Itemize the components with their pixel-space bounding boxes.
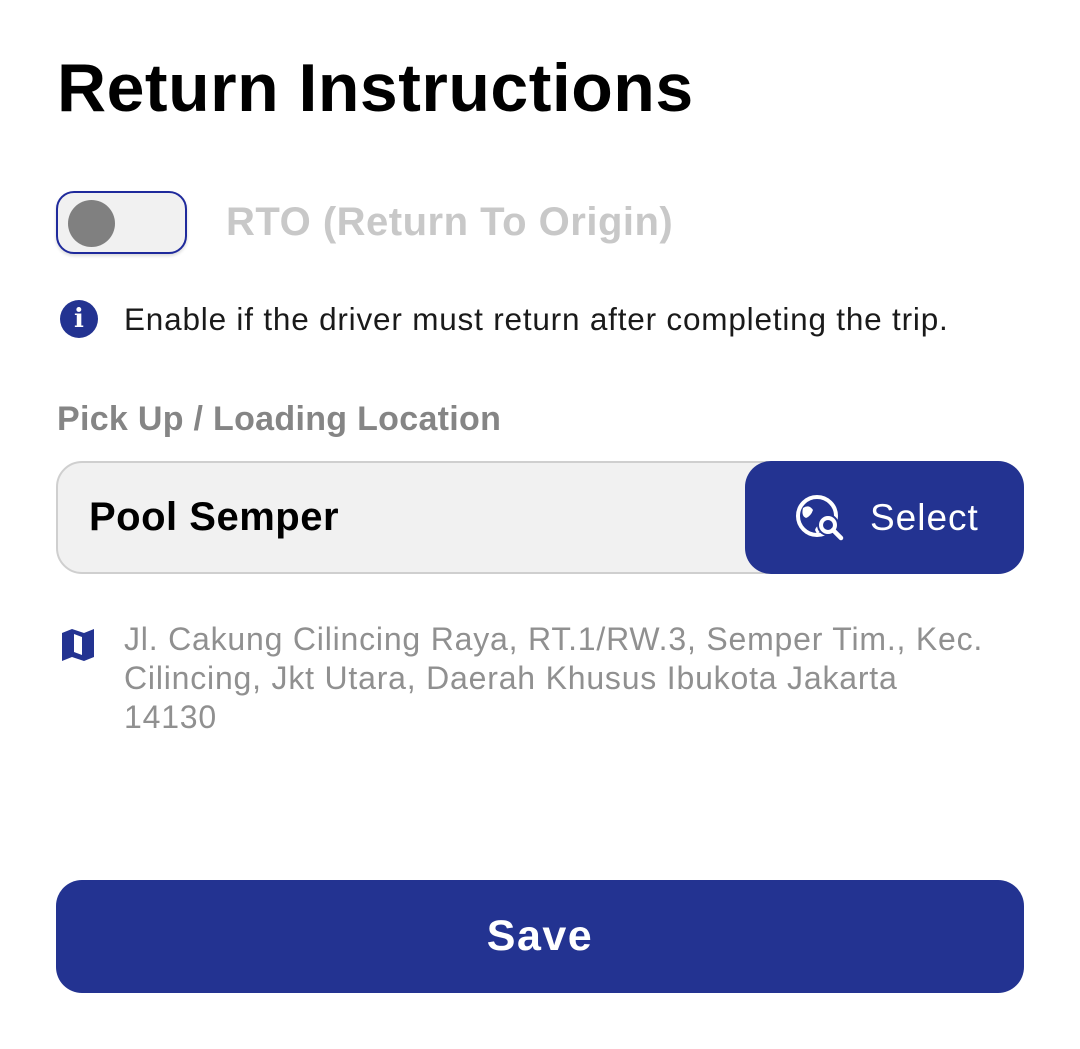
- pickup-location-label: Pick Up / Loading Location: [57, 400, 502, 438]
- select-button-label: Select: [870, 496, 979, 538]
- pickup-address: Jl. Cakung Cilincing Raya, RT.1/RW.3, Se…: [60, 620, 984, 737]
- rto-toggle-label: RTO (Return To Origin): [226, 199, 674, 244]
- rto-hint: i Enable if the driver must return after…: [60, 300, 949, 338]
- pickup-address-text: Jl. Cakung Cilincing Raya, RT.1/RW.3, Se…: [124, 621, 984, 735]
- rto-toggle[interactable]: [56, 190, 187, 254]
- toggle-knob: [68, 199, 115, 247]
- rto-toggle-row: RTO (Return To Origin): [56, 188, 673, 256]
- info-icon: i: [60, 300, 98, 338]
- pickup-location-value: Pool Semper: [89, 495, 340, 539]
- map-icon: [62, 629, 94, 661]
- select-location-button[interactable]: Select: [745, 461, 1024, 574]
- globe-search-icon: [796, 494, 844, 540]
- save-button[interactable]: Save: [56, 880, 1024, 993]
- rto-hint-text: Enable if the driver must return after c…: [124, 300, 949, 337]
- page-title: Return Instructions: [57, 50, 694, 126]
